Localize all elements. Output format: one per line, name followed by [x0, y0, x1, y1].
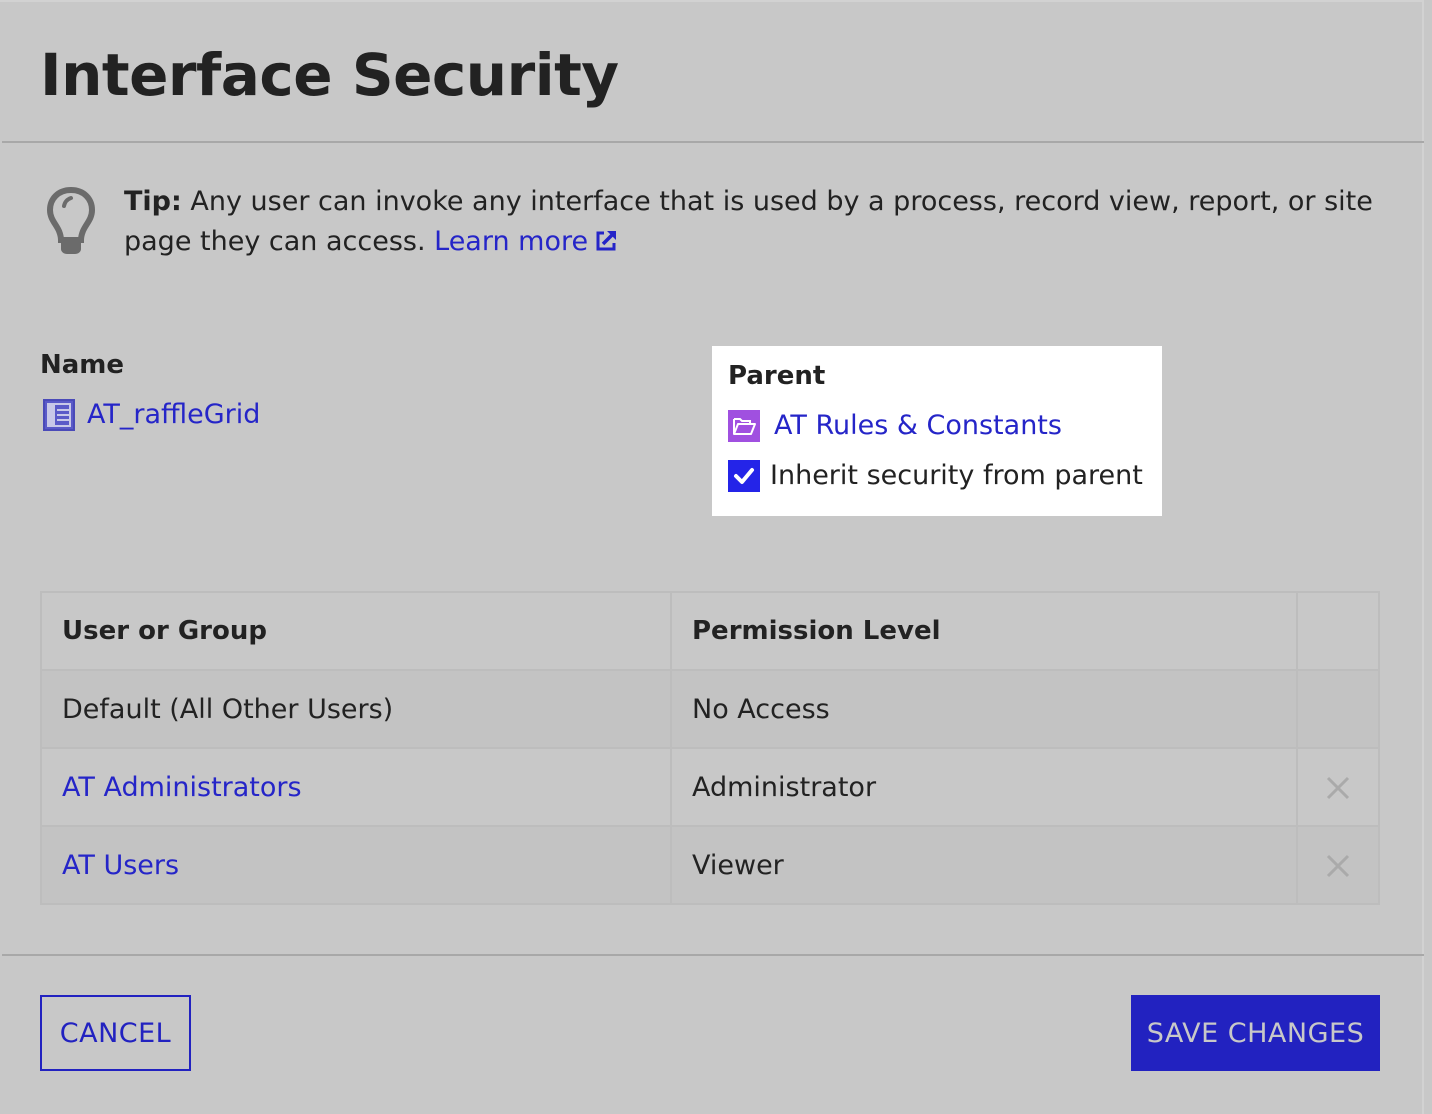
lightbulb-icon: [46, 186, 96, 254]
tip-body: Any user can invoke any interface that i…: [124, 186, 1373, 257]
header-divider: [2, 141, 1424, 143]
parent-label: Parent: [728, 361, 826, 391]
interface-security-dialog: Interface Security Tip: Any user can inv…: [0, 0, 1424, 1114]
actions-cell: [1296, 669, 1380, 749]
grid-interface-icon: [43, 399, 75, 431]
checkmark-icon: [734, 468, 754, 484]
user-cell: AT Administrators: [40, 747, 672, 827]
inherit-security-label: Inherit security from parent: [770, 460, 1143, 491]
name-field: Name AT_raffleGrid: [40, 347, 260, 433]
permission-cell[interactable]: Administrator: [670, 747, 1298, 827]
parent-folder-link[interactable]: AT Rules & Constants: [774, 408, 1062, 444]
save-changes-button[interactable]: SAVE CHANGES: [1131, 995, 1380, 1071]
interface-name-link[interactable]: AT_raffleGrid: [87, 397, 260, 433]
name-label: Name: [40, 350, 125, 380]
user-group-link[interactable]: AT Administrators: [62, 772, 302, 803]
cancel-button[interactable]: CANCEL: [40, 995, 191, 1071]
table-header-row: User or Group Permission Level: [40, 591, 1380, 671]
table-row: Default (All Other Users) No Access: [40, 669, 1380, 749]
footer-divider: [2, 954, 1424, 956]
permission-cell[interactable]: Viewer: [670, 825, 1298, 905]
parent-value-row: AT Rules & Constants: [728, 408, 1146, 444]
actions-cell: [1296, 825, 1380, 905]
learn-more-label: Learn more: [434, 226, 589, 257]
remove-icon[interactable]: [1325, 853, 1351, 879]
folder-open-icon: [728, 410, 760, 442]
name-value-row: AT_raffleGrid: [40, 397, 260, 433]
user-cell: AT Users: [40, 825, 672, 905]
inherit-security-checkbox-row[interactable]: Inherit security from parent: [728, 458, 1146, 494]
permissions-table: User or Group Permission Level Default (…: [40, 591, 1380, 905]
inherit-security-checkbox[interactable]: [728, 460, 760, 492]
table-row: AT Users Viewer: [40, 825, 1380, 905]
remove-icon[interactable]: [1325, 775, 1351, 801]
column-header-actions: [1296, 591, 1380, 671]
external-link-icon: [596, 231, 617, 251]
column-header-user: User or Group: [40, 591, 672, 671]
dialog-title: Interface Security: [40, 41, 619, 109]
parent-field: Parent AT Rules & Constants Inherit secu…: [712, 346, 1162, 516]
tip-text: Tip: Any user can invoke any interface t…: [124, 182, 1404, 262]
user-group-link[interactable]: AT Users: [62, 850, 179, 881]
permission-cell: No Access: [670, 669, 1298, 749]
table-row: AT Administrators Administrator: [40, 747, 1380, 827]
user-cell: Default (All Other Users): [40, 669, 672, 749]
actions-cell: [1296, 747, 1380, 827]
column-header-permission: Permission Level: [670, 591, 1298, 671]
tip-label: Tip:: [124, 186, 182, 217]
learn-more-link[interactable]: Learn more: [434, 226, 618, 257]
